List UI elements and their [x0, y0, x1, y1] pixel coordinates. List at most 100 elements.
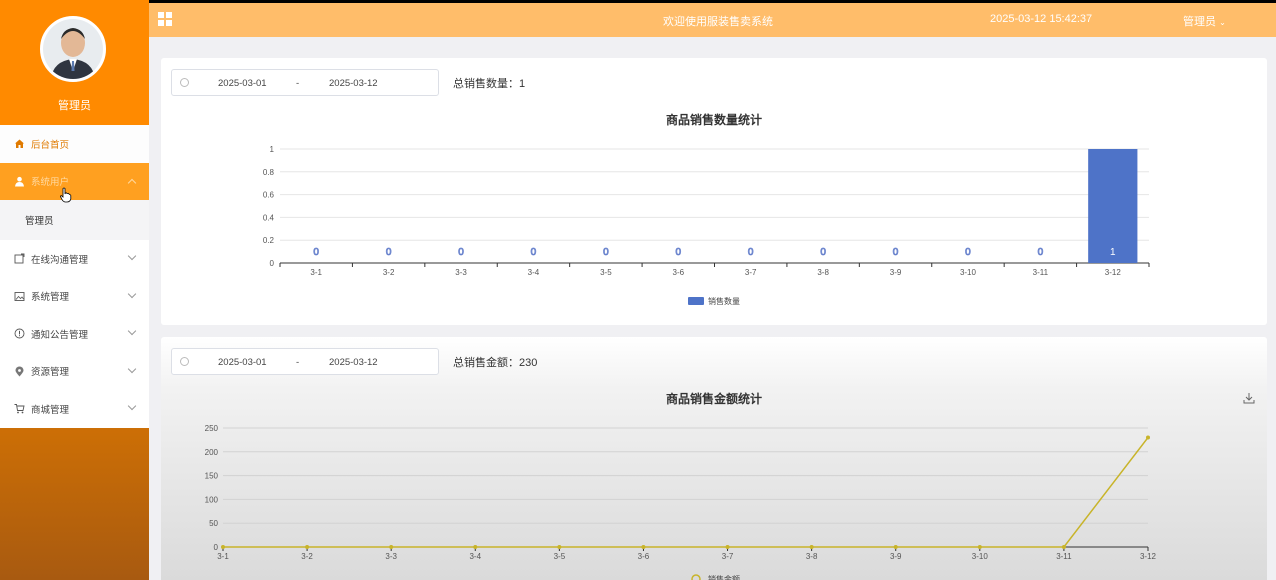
- y-tick-label: 0: [270, 259, 275, 268]
- legend-swatch: [688, 297, 704, 305]
- data-label: 0: [676, 247, 682, 258]
- sidebar: 管理员 后台首页 系统用户 管理员 在线沟通管理 系统管理 通知公告管理 资源管…: [0, 0, 149, 580]
- bar: [1088, 149, 1138, 263]
- image-icon: [14, 291, 25, 302]
- page-title: 欢迎使用服装售卖系统: [663, 16, 773, 28]
- sidebar-item-label: 系统管理: [31, 292, 70, 304]
- home-icon: [14, 138, 25, 149]
- data-label: 0: [603, 247, 609, 258]
- legend-label: 销售金额: [708, 574, 740, 580]
- hand-cursor-icon: [60, 187, 72, 202]
- location-icon: [14, 366, 25, 377]
- data-point: [641, 545, 646, 549]
- y-tick-label: 0: [214, 543, 219, 552]
- sidebar-profile: 管理员: [0, 0, 149, 125]
- x-tick-label: 3-11: [1056, 552, 1072, 561]
- x-tick-label: 3-4: [528, 268, 540, 277]
- info-icon: [14, 328, 25, 339]
- chat-icon: [14, 253, 25, 264]
- sidebar-item-resource[interactable]: 资源管理: [0, 353, 149, 391]
- y-tick-label: 0.8: [263, 168, 275, 177]
- data-point: [473, 545, 478, 549]
- x-tick-label: 3-7: [745, 268, 757, 277]
- x-tick-label: 3-10: [972, 552, 989, 561]
- sidebar-user-name: 管理员: [58, 100, 91, 112]
- sidebar-menu: 后台首页 系统用户 管理员 在线沟通管理 系统管理 通知公告管理 资源管理 商城…: [0, 125, 149, 428]
- data-point: [221, 545, 225, 549]
- x-tick-label: 3-8: [817, 268, 829, 277]
- x-tick-label: 3-3: [455, 268, 467, 277]
- x-tick-label: 3-2: [301, 552, 313, 561]
- data-label: 0: [1038, 247, 1044, 258]
- data-label: 1: [1110, 247, 1116, 258]
- y-tick-label: 200: [205, 448, 219, 457]
- top-header: 欢迎使用服装售卖系统 2025-03-12 15:42:37 管理员 ⌄: [149, 3, 1276, 37]
- x-tick-label: 3-1: [310, 268, 322, 277]
- x-tick-label: 3-11: [1033, 268, 1049, 277]
- x-tick-label: 3-2: [383, 268, 395, 277]
- data-point: [977, 545, 982, 549]
- sidebar-item-mall[interactable]: 商城管理: [0, 390, 149, 428]
- sidebar-item-notice[interactable]: 通知公告管理: [0, 315, 149, 353]
- sidebar-subitem-admin[interactable]: 管理员: [0, 200, 149, 240]
- data-label: 0: [458, 247, 464, 258]
- data-point: [893, 545, 898, 549]
- data-label: 0: [748, 247, 754, 258]
- y-tick-label: 0.2: [263, 236, 275, 245]
- x-tick-label: 3-4: [469, 552, 481, 561]
- data-point: [305, 545, 310, 549]
- y-tick-label: 0.6: [263, 191, 275, 200]
- sidebar-item-label: 通知公告管理: [31, 329, 89, 341]
- chevron-down-icon: [127, 401, 137, 411]
- avatar-portrait: [43, 19, 103, 79]
- user-menu[interactable]: 管理员 ⌄: [1183, 13, 1226, 29]
- sidebar-item-online-chat[interactable]: 在线沟通管理: [0, 240, 149, 278]
- data-point: [557, 545, 562, 549]
- chevron-up-icon: [127, 178, 137, 187]
- header-datetime: 2025-03-12 15:42:37: [990, 13, 1093, 25]
- y-tick-label: 250: [205, 424, 219, 433]
- x-tick-label: 3-12: [1105, 268, 1122, 277]
- data-label: 0: [820, 247, 826, 258]
- data-point: [1061, 545, 1066, 549]
- data-label: 0: [965, 247, 971, 258]
- y-tick-label: 100: [205, 495, 219, 504]
- data-point: [809, 545, 814, 549]
- sidebar-item-home[interactable]: 后台首页: [0, 125, 149, 163]
- sidebar-item-system-users[interactable]: 系统用户: [0, 162, 149, 202]
- legend-label: 销售数量: [708, 296, 740, 306]
- y-tick-label: 50: [209, 519, 218, 528]
- user-menu-label: 管理员: [1183, 16, 1216, 28]
- avatar[interactable]: [40, 16, 106, 82]
- line-chart: 0 50 100 150 200 250 3-1 3-2 3-3 3-4 3-5 3-6 3-7 3-8 3…: [205, 424, 1157, 580]
- bar-chart: 00.20.40.60.813-103-203-303-403-503-603-…: [263, 145, 1150, 306]
- data-point: [725, 545, 730, 549]
- data-label: 0: [386, 247, 392, 258]
- x-tick-label: 3-3: [385, 552, 397, 561]
- x-tick-label: 3-6: [673, 268, 685, 277]
- data-point: [1146, 435, 1150, 440]
- legend-swatch: [691, 574, 701, 580]
- data-label: 0: [531, 247, 537, 258]
- menu-toggle-icon[interactable]: [158, 12, 172, 26]
- sales-amount-panel: 2025-03-01 - 2025-03-12 总销售金额：230 商品销售金额…: [161, 337, 1267, 580]
- x-tick-label: 3-10: [960, 268, 977, 277]
- sidebar-item-label: 后台首页: [31, 139, 70, 151]
- x-tick-label: 3-9: [890, 268, 902, 277]
- chevron-down-icon: [127, 364, 137, 373]
- sales-quantity-panel: 2025-03-01 - 2025-03-12 总销售数量：1 商品销售数量统计…: [161, 58, 1267, 325]
- x-tick-label: 3-7: [722, 552, 734, 561]
- x-tick-label: 3-8: [806, 552, 818, 561]
- y-tick-label: 150: [205, 472, 219, 481]
- sidebar-item-label: 资源管理: [31, 367, 70, 379]
- x-tick-label: 3-6: [638, 552, 650, 561]
- series-line: [223, 437, 1149, 548]
- sidebar-item-system-manage[interactable]: 系统管理: [0, 278, 149, 316]
- chevron-down-icon: [127, 289, 137, 298]
- y-tick-label: 0.4: [263, 213, 275, 222]
- user-icon: [14, 176, 25, 187]
- sidebar-item-label: 在线沟通管理: [31, 254, 89, 266]
- x-tick-label: 3-12: [1140, 552, 1157, 561]
- data-label: 0: [313, 247, 319, 258]
- data-label: 0: [893, 247, 899, 258]
